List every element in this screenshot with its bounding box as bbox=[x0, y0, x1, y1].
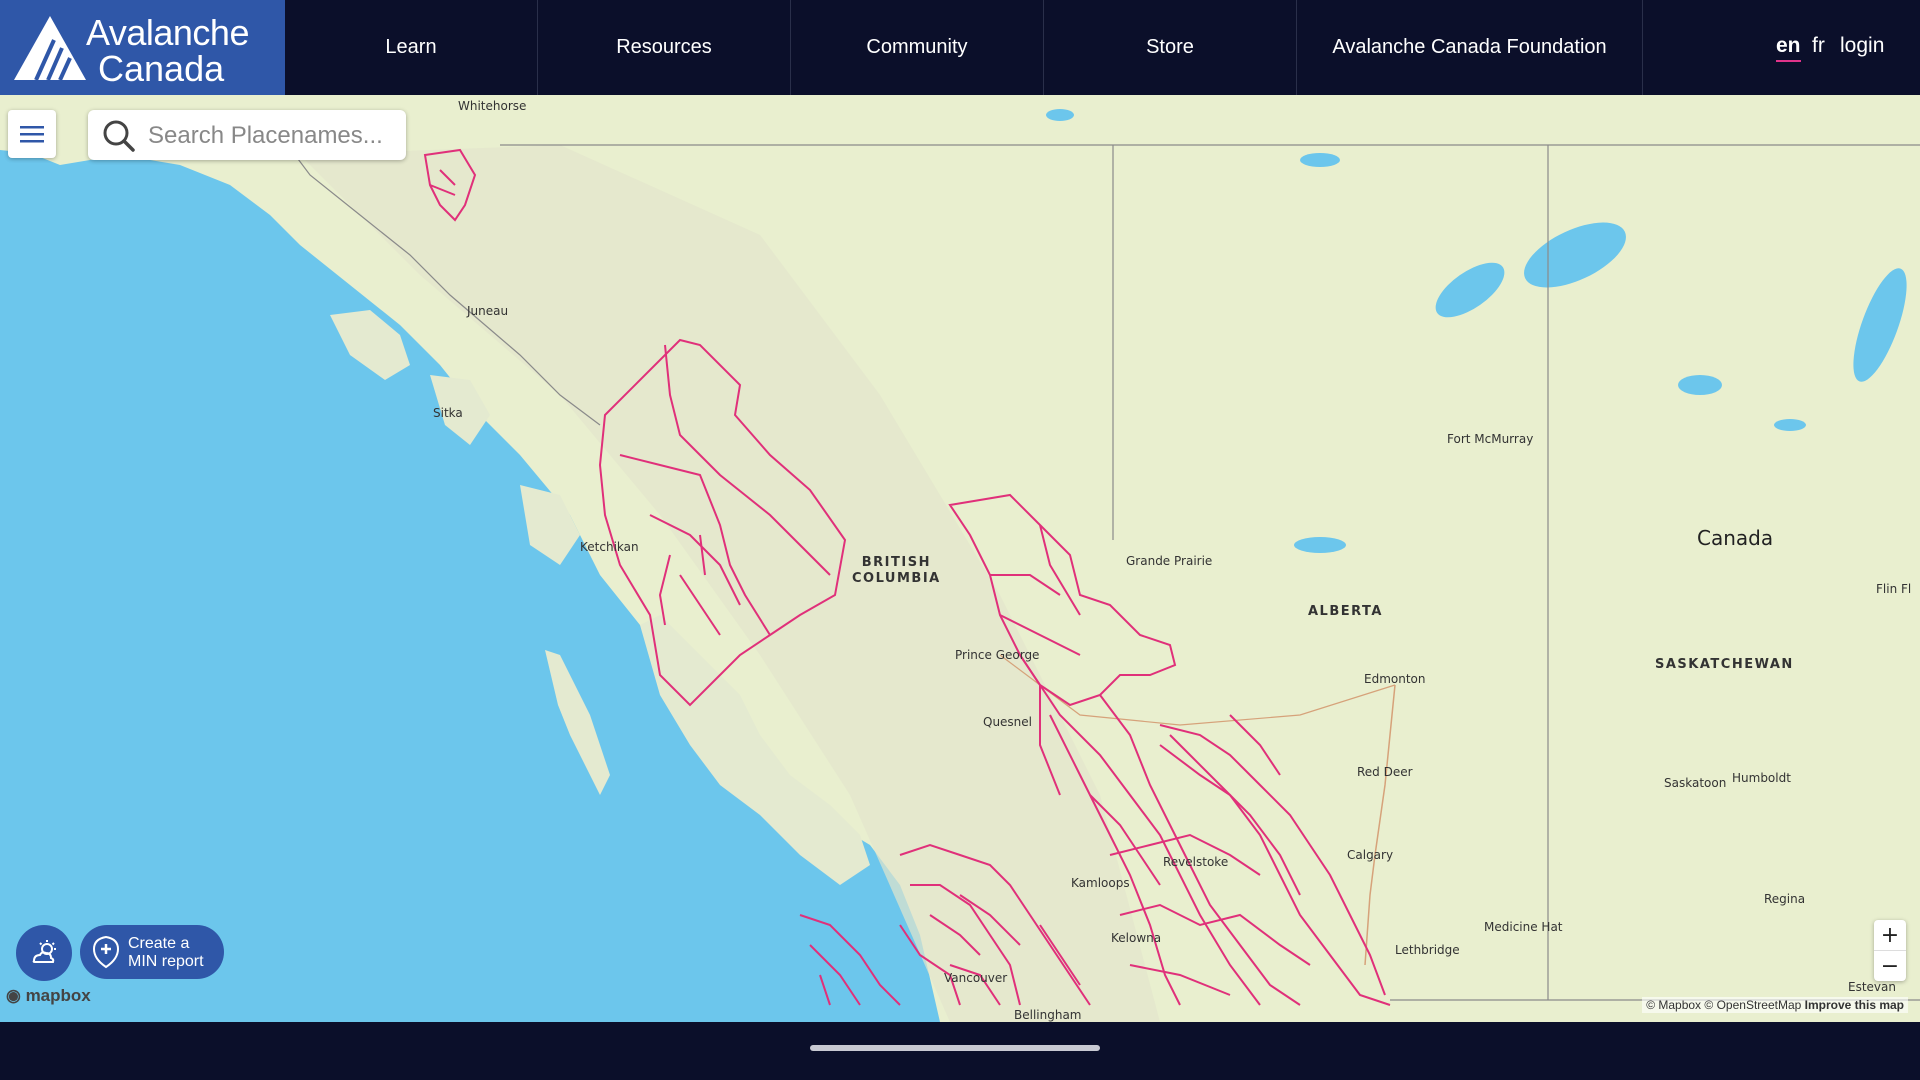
nav-resources[interactable]: Resources bbox=[538, 0, 791, 95]
mapbox-logo[interactable]: ◉ mapbox bbox=[6, 986, 91, 1006]
place-prince-george: Prince George bbox=[955, 648, 1040, 662]
place-regina: Regina bbox=[1764, 892, 1806, 906]
map-canvas[interactable]: Whitehorse Juneau Sitka Ketchikan Prince… bbox=[0, 95, 1920, 1022]
avalanche-canada-logo[interactable]: Avalanche Canada bbox=[0, 0, 285, 95]
weather-button[interactable] bbox=[16, 925, 72, 981]
place-kamloops: Kamloops bbox=[1071, 876, 1130, 890]
mountain-logo-icon bbox=[14, 16, 86, 81]
attribution-mapbox[interactable]: © Mapbox bbox=[1646, 998, 1701, 1012]
region-label-bc-line1: BRITISH bbox=[861, 555, 931, 570]
bottom-bar bbox=[0, 1022, 1920, 1080]
place-fort-mcmurray: Fort McMurray bbox=[1447, 432, 1534, 446]
nav-foundation[interactable]: Avalanche Canada Foundation bbox=[1297, 0, 1643, 95]
zoom-out-button[interactable]: − bbox=[1874, 950, 1906, 981]
min-report-label: Create a MIN report bbox=[128, 935, 204, 971]
map-basemap bbox=[0, 109, 1920, 1022]
region-label-saskatchewan: SASKATCHEWAN bbox=[1655, 657, 1794, 672]
place-whitehorse: Whitehorse bbox=[458, 99, 527, 113]
home-indicator-handle[interactable] bbox=[810, 1045, 1100, 1051]
search-box bbox=[88, 110, 406, 160]
place-ketchikan: Ketchikan bbox=[580, 540, 639, 554]
place-bellingham: Bellingham bbox=[1014, 1008, 1082, 1022]
nav-store[interactable]: Store bbox=[1044, 0, 1297, 95]
top-navigation-bar: Avalanche Canada Learn Resources Communi… bbox=[0, 0, 1920, 95]
place-red-deer: Red Deer bbox=[1357, 765, 1413, 779]
place-humboldt: Humboldt bbox=[1732, 771, 1791, 785]
region-label-alberta: ALBERTA bbox=[1308, 604, 1383, 619]
country-label-canada: Canada bbox=[1697, 526, 1774, 550]
region-label-british-columbia: BRITISH COLUMBIA bbox=[852, 555, 941, 587]
search-icon bbox=[103, 120, 135, 152]
place-juneau: Juneau bbox=[467, 304, 509, 318]
region-label-bc-line2: COLUMBIA bbox=[852, 571, 941, 586]
zoom-in-button[interactable]: + bbox=[1874, 920, 1906, 950]
mapbox-logo-text: mapbox bbox=[25, 986, 91, 1005]
zoom-controls: + − bbox=[1874, 920, 1906, 981]
place-revelstoke: Revelstoke bbox=[1163, 855, 1229, 869]
login-link[interactable]: login bbox=[1840, 34, 1884, 58]
language-fr[interactable]: fr bbox=[1812, 34, 1825, 58]
attribution-osm[interactable]: © OpenStreetMap bbox=[1704, 998, 1801, 1012]
place-flin-flon: Flin Fl bbox=[1876, 582, 1912, 596]
nav-community[interactable]: Community bbox=[791, 0, 1044, 95]
main-nav: Learn Resources Community Store Avalanch… bbox=[285, 0, 1643, 95]
min-report-label-line1: Create a bbox=[128, 935, 190, 952]
place-medicine-hat: Medicine Hat bbox=[1484, 920, 1563, 934]
language-en[interactable]: en bbox=[1776, 34, 1801, 62]
place-lethbridge: Lethbridge bbox=[1395, 943, 1460, 957]
place-kelowna: Kelowna bbox=[1111, 931, 1162, 945]
hamburger-menu-button[interactable] bbox=[8, 110, 56, 158]
place-estevan: Estevan bbox=[1848, 980, 1896, 994]
create-min-report-button[interactable]: Create a MIN report bbox=[80, 925, 224, 979]
place-vancouver: Vancouver bbox=[944, 971, 1008, 985]
place-grande-prairie: Grande Prairie bbox=[1126, 554, 1213, 568]
place-quesnel: Quesnel bbox=[983, 715, 1033, 729]
map-attribution: © Mapbox © OpenStreetMap Improve this ma… bbox=[1642, 997, 1908, 1013]
place-edmonton: Edmonton bbox=[1364, 672, 1426, 686]
map-pin-plus-icon bbox=[92, 935, 120, 969]
sun-cloud-icon bbox=[32, 940, 56, 963]
search-placenames-input[interactable] bbox=[146, 118, 400, 154]
place-sitka: Sitka bbox=[433, 406, 463, 420]
min-report-label-line2: MIN report bbox=[128, 953, 204, 970]
hamburger-icon bbox=[20, 126, 44, 143]
place-saskatoon: Saskatoon bbox=[1664, 776, 1727, 790]
place-calgary: Calgary bbox=[1347, 848, 1394, 862]
improve-map-link[interactable]: Improve this map bbox=[1805, 998, 1904, 1012]
logo-text-canada: Canada bbox=[98, 48, 225, 89]
nav-learn[interactable]: Learn bbox=[285, 0, 538, 95]
